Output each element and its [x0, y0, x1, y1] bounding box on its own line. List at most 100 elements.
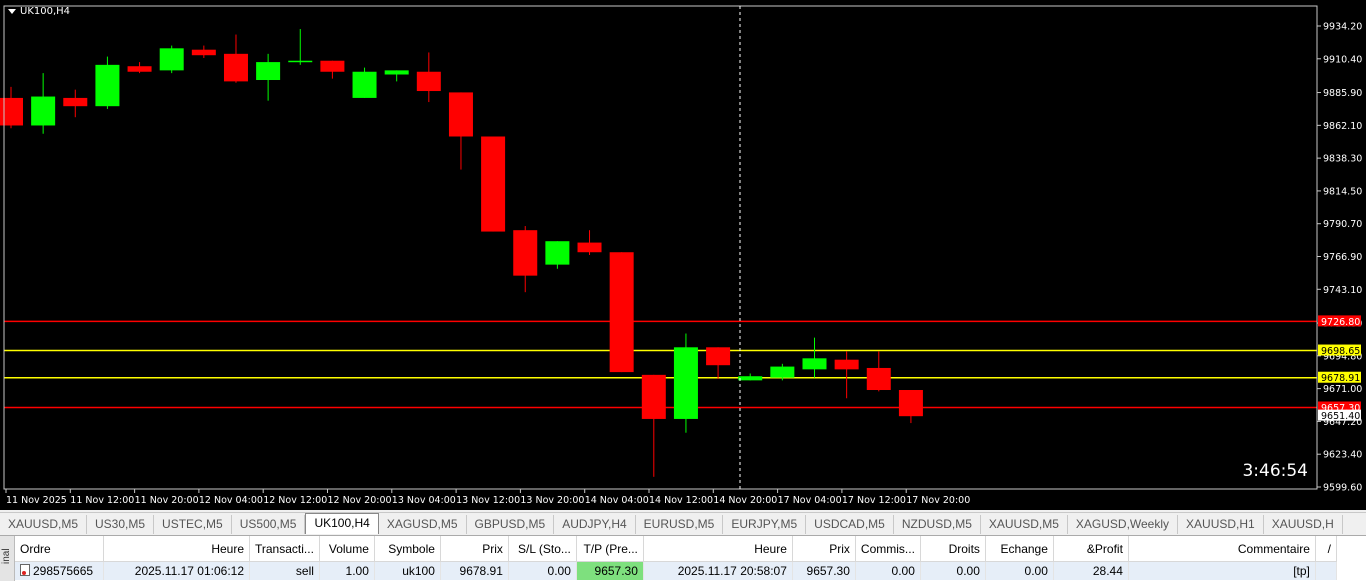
candle-body [191, 49, 216, 56]
column-header[interactable]: Droits [920, 536, 986, 562]
price-level-value: 9726.80 [1321, 317, 1360, 328]
price-level-value: 9651.40 [1321, 411, 1360, 422]
price-chart[interactable]: 9934.20 9910.40 9885.90 9862.10 9838.30 9814.… [0, 0, 1366, 510]
time-axis-label: 11 Nov 12:00 [70, 495, 134, 506]
price-axis-label: 9743.10 [1323, 285, 1362, 296]
cell-swap: 0.00 [985, 561, 1054, 580]
tab-chart[interactable]: XAUUSD,H [1264, 515, 1343, 534]
column-header[interactable]: Echange [985, 536, 1054, 562]
time-axis-label: 13 Nov 12:00 [456, 495, 520, 506]
tab-chart[interactable]: USTEC,M5 [154, 515, 232, 534]
tab-chart[interactable]: AUDJPY,H4 [554, 515, 636, 534]
table-row[interactable]: 298575665 2025.11.17 01:06:12 sell 1.00 … [15, 561, 1337, 580]
time-axis-label: 13 Nov 04:00 [392, 495, 456, 506]
price-axis-label: 9934.20 [1323, 22, 1362, 33]
candle-body [384, 70, 409, 75]
cell-time-close: 2025.11.17 20:58:07 [643, 561, 793, 580]
column-header[interactable]: Commis... [855, 536, 921, 562]
price-axis-label: 9814.50 [1323, 186, 1362, 197]
trade-history-table: Ordre Heure Transacti... Volume Symbole Prix S… [15, 536, 1337, 580]
terminal-side-label[interactable]: inal [0, 536, 15, 581]
tab-chart[interactable]: XAUUSD,M5 [981, 515, 1068, 534]
time-axis-label: 14 Nov 12:00 [649, 495, 713, 506]
price-axis-label: 9790.70 [1323, 219, 1362, 230]
column-header[interactable]: Transacti... [249, 536, 320, 562]
candle-body [63, 97, 88, 107]
candle-body [577, 242, 602, 253]
cell-volume: 1.00 [319, 561, 375, 580]
candle-body [320, 60, 345, 72]
chart-symbol-title[interactable]: UK100,H4 [8, 6, 70, 17]
chart-symbol-label: UK100,H4 [20, 6, 71, 17]
price-level-value: 9698.65 [1321, 346, 1360, 357]
tab-chart[interactable]: EURUSD,M5 [636, 515, 724, 534]
tab-chart[interactable]: XAGUSD,M5 [379, 515, 467, 534]
tab-chart[interactable]: XAUUSD,H1 [1178, 515, 1264, 534]
candle-body [448, 92, 473, 137]
time-axis-label: 17 Nov 12:00 [842, 495, 906, 506]
candle-body [159, 48, 184, 71]
candle-body [288, 60, 313, 63]
price-axis-label: 9885.90 [1323, 88, 1362, 99]
tab-chart[interactable]: GBPUSD,M5 [467, 515, 555, 534]
time-axis-label: 17 Nov 04:00 [778, 495, 842, 506]
column-header[interactable]: Ordre [15, 536, 104, 562]
tab-chart[interactable]: USDCAD,M5 [806, 515, 894, 534]
tab-chart[interactable]: EURJPY,M5 [723, 515, 807, 534]
candle-body [706, 347, 731, 366]
document-icon [20, 564, 30, 576]
column-header[interactable]: Prix [792, 536, 856, 562]
time-axis-label: 11 Nov 2025 [6, 495, 67, 506]
price-axis-label: 9671.00 [1323, 384, 1362, 395]
chart-tabs-bar: XAUUSD,M5 US30,M5 USTEC,M5 US500,M5 UK100,H4… [0, 512, 1366, 534]
candle-body [802, 358, 827, 370]
candle-body [738, 376, 763, 381]
cell-tp: 9657.30 [576, 561, 644, 580]
tab-chart[interactable]: XAGUSD,Weekly [1068, 515, 1179, 534]
time-axis-label: 14 Nov 20:00 [713, 495, 777, 506]
tab-chart[interactable]: UK100,H4 [305, 513, 379, 534]
price-level-value: 9678.91 [1321, 373, 1360, 384]
candle-body [866, 367, 891, 391]
cell-extra [1315, 561, 1337, 580]
column-header[interactable]: Heure [643, 536, 793, 562]
column-header[interactable]: / [1315, 536, 1337, 562]
column-header[interactable]: Heure [103, 536, 250, 562]
price-axis-label: 9599.60 [1323, 483, 1362, 494]
candle-body [609, 252, 634, 373]
cell-price-open: 9678.91 [440, 561, 509, 580]
column-header[interactable]: S/L (Sto... [508, 536, 577, 562]
cell-commission: 0.00 [855, 561, 921, 580]
price-axis-label: 9766.90 [1323, 252, 1362, 263]
candle-body [641, 374, 666, 419]
cell-order[interactable]: 298575665 [15, 561, 104, 580]
cell-fees: 0.00 [920, 561, 986, 580]
time-axis-label: 11 Nov 20:00 [135, 495, 199, 506]
cell-price-close: 9657.30 [792, 561, 856, 580]
candle-body [545, 241, 570, 265]
candle-body [898, 390, 923, 417]
cell-time-open: 2025.11.17 01:06:12 [103, 561, 250, 580]
tab-chart[interactable]: US30,M5 [87, 515, 155, 534]
candle-body [95, 64, 120, 107]
tab-chart[interactable]: XAUUSD,M5 [0, 515, 88, 534]
column-header[interactable]: Symbole [374, 536, 441, 562]
candle-body [0, 97, 23, 126]
candle-body [256, 62, 281, 81]
time-axis-label: 17 Nov 20:00 [906, 495, 970, 506]
time-axis-label: 12 Nov 20:00 [328, 495, 392, 506]
time-axis-label: 12 Nov 12:00 [263, 495, 327, 506]
column-header[interactable]: &Profit [1053, 536, 1129, 562]
price-axis-label: 9838.30 [1323, 154, 1362, 165]
column-header[interactable]: Commentaire [1128, 536, 1316, 562]
column-header[interactable]: Prix [440, 536, 509, 562]
candle-body [352, 71, 377, 98]
candle-body [834, 359, 859, 370]
price-axis-label: 9862.10 [1323, 121, 1362, 132]
cell-symbol: uk100 [374, 561, 441, 580]
column-header[interactable]: T/P (Pre... [576, 536, 644, 562]
column-header[interactable]: Volume [319, 536, 375, 562]
tab-chart[interactable]: NZDUSD,M5 [894, 515, 981, 534]
chart-area[interactable]: 9934.20 9910.40 9885.90 9862.10 9838.30 9814.… [0, 0, 1366, 510]
tab-chart[interactable]: US500,M5 [232, 515, 306, 534]
